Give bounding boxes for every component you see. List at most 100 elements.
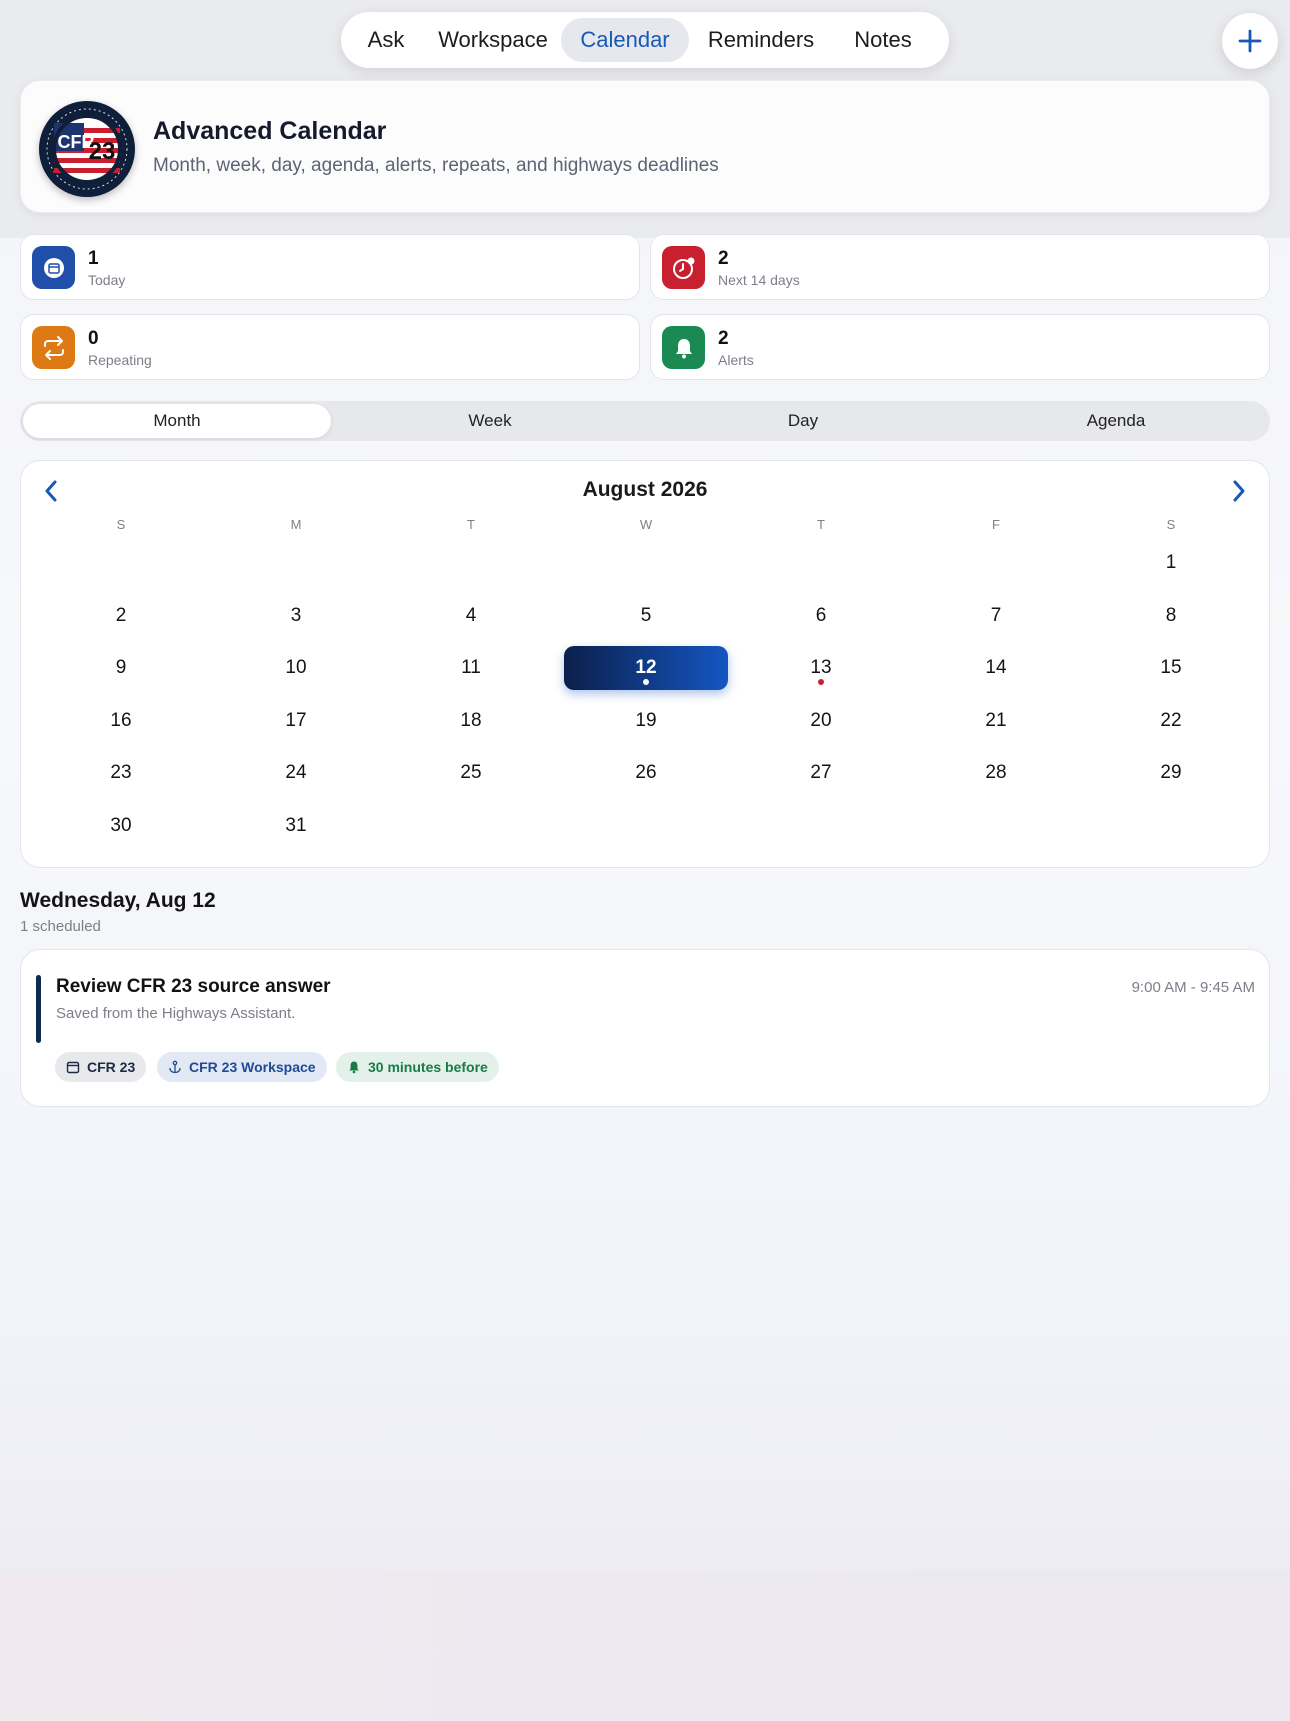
calendar-day[interactable]: 29 [1089,751,1253,795]
repeat-icon [32,326,75,369]
calendar-day[interactable]: 21 [914,699,1078,743]
day-number: 28 [985,762,1007,783]
chip-workspace[interactable]: CFR 23 Workspace [157,1052,327,1082]
stat-card-today[interactable]: 1 Today [20,234,640,300]
view-mode-week[interactable]: Week [336,404,644,438]
calendar-day[interactable]: 15 [1089,646,1253,690]
day-number: 9 [115,657,127,678]
anchor-icon [169,1060,181,1074]
event-indicator-dot [643,679,649,685]
next-month-button[interactable] [1225,477,1253,505]
day-number: 4 [465,604,477,626]
calendar-day[interactable]: 4 [389,594,553,638]
day-number: 22 [1160,709,1182,731]
day-number: 1 [1165,552,1177,573]
weekday-header: F [992,517,1000,532]
clock-alert-icon [662,246,705,289]
plus-icon [1238,29,1262,53]
calendar-day[interactable]: 22 [1089,699,1253,743]
day-number: 18 [460,709,482,731]
day-number: 11 [461,657,481,678]
day-number: 31 [285,814,307,836]
calendar-day[interactable]: 16 [39,699,203,743]
chip-label: 30 minutes before [368,1059,488,1075]
view-mode-agenda[interactable]: Agenda [962,404,1270,438]
day-number: 14 [985,657,1007,678]
calendar-day[interactable]: 7 [914,594,1078,638]
day-number: 12 [635,657,657,678]
calendar-day[interactable]: 10 [214,646,378,690]
view-mode-day[interactable]: Day [649,404,957,438]
stat-value: 2 [718,328,729,349]
top-nav: Ask Workspace Calendar Reminders Notes [341,12,949,68]
calendar-day[interactable]: 8 [1089,594,1253,638]
calendar-day[interactable]: 6 [739,594,903,638]
stat-value: 0 [88,328,99,349]
weekday-header: W [639,517,653,532]
tab-calendar[interactable]: Calendar [561,18,689,62]
tab-workspace[interactable]: Workspace [425,18,561,62]
event-card[interactable]: Review CFR 23 source answer Saved from t… [20,949,1270,1107]
stat-label: Today [88,272,126,288]
calendar-day[interactable]: 31 [214,804,378,848]
calendar-day[interactable]: 30 [39,804,203,848]
calendar-day[interactable]: 3 [214,594,378,638]
view-mode-month[interactable]: Month [23,404,331,438]
tab-reminders[interactable]: Reminders [689,18,833,62]
stat-value: 2 [718,248,729,269]
stat-label: Repeating [88,352,152,368]
month-title: August 2026 [582,478,708,501]
day-number: 16 [110,709,132,731]
calendar-day[interactable]: 9 [39,646,203,690]
day-number: 7 [990,604,1002,626]
calendar-day[interactable]: 19 [564,699,728,743]
calendar-day[interactable]: 26 [564,751,728,795]
calendar-day[interactable]: 18 [389,699,553,743]
day-number: 3 [290,604,302,626]
calendar-day[interactable]: 13 [739,646,903,690]
day-number: 20 [810,709,832,731]
stat-card-next-14-days[interactable]: 2 Next 14 days [650,234,1270,300]
calendar-day[interactable]: 17 [214,699,378,743]
tab-ask[interactable]: Ask [347,18,425,62]
stat-card-alerts[interactable]: 2 Alerts [650,314,1270,380]
calendar-day[interactable]: 25 [389,751,553,795]
calendar-day[interactable]: 24 [214,751,378,795]
chip-label: CFR 23 Workspace [189,1059,316,1075]
tab-notes[interactable]: Notes [833,18,933,62]
calendar-day-selected[interactable]: 12 [564,646,728,690]
stat-value: 1 [88,248,99,269]
view-mode-selector: Month Week Day Agenda [20,401,1270,441]
calendar-day[interactable]: 27 [739,751,903,795]
event-title: Review CFR 23 source answer [56,976,331,997]
stat-card-repeating[interactable]: 0 Repeating [20,314,640,380]
chip-alert[interactable]: 30 minutes before [336,1052,499,1082]
weekday-header: S [1166,517,1176,532]
bell-icon [662,326,705,369]
calendar-day[interactable]: 1 [1089,541,1253,585]
weekday-header: S [116,517,126,532]
day-number: 2 [115,604,127,626]
calendar-day[interactable]: 14 [914,646,1078,690]
stat-label: Next 14 days [718,272,800,288]
chevron-right-icon [1233,480,1245,502]
day-number: 13 [810,657,832,678]
calendar-day[interactable]: 2 [39,594,203,638]
day-number: 27 [810,762,832,783]
svg-text:23: 23 [89,138,116,165]
chip-cfr-23[interactable]: CFR 23 [55,1052,147,1082]
calendar-day[interactable]: 28 [914,751,1078,795]
calendar-day[interactable]: 23 [39,751,203,795]
weekday-header: T [817,517,825,532]
day-number: 19 [635,709,657,731]
day-number: 17 [285,709,307,731]
day-number: 15 [1160,657,1182,678]
add-button[interactable] [1222,13,1278,69]
chip-label: CFR 23 [87,1059,136,1075]
calendar-day[interactable]: 20 [739,699,903,743]
day-number: 25 [460,762,482,783]
event-description: Saved from the Highways Assistant. [56,1005,296,1022]
calendar-day[interactable]: 11 [389,646,553,690]
day-number: 29 [1160,762,1182,783]
calendar-day[interactable]: 5 [564,594,728,638]
